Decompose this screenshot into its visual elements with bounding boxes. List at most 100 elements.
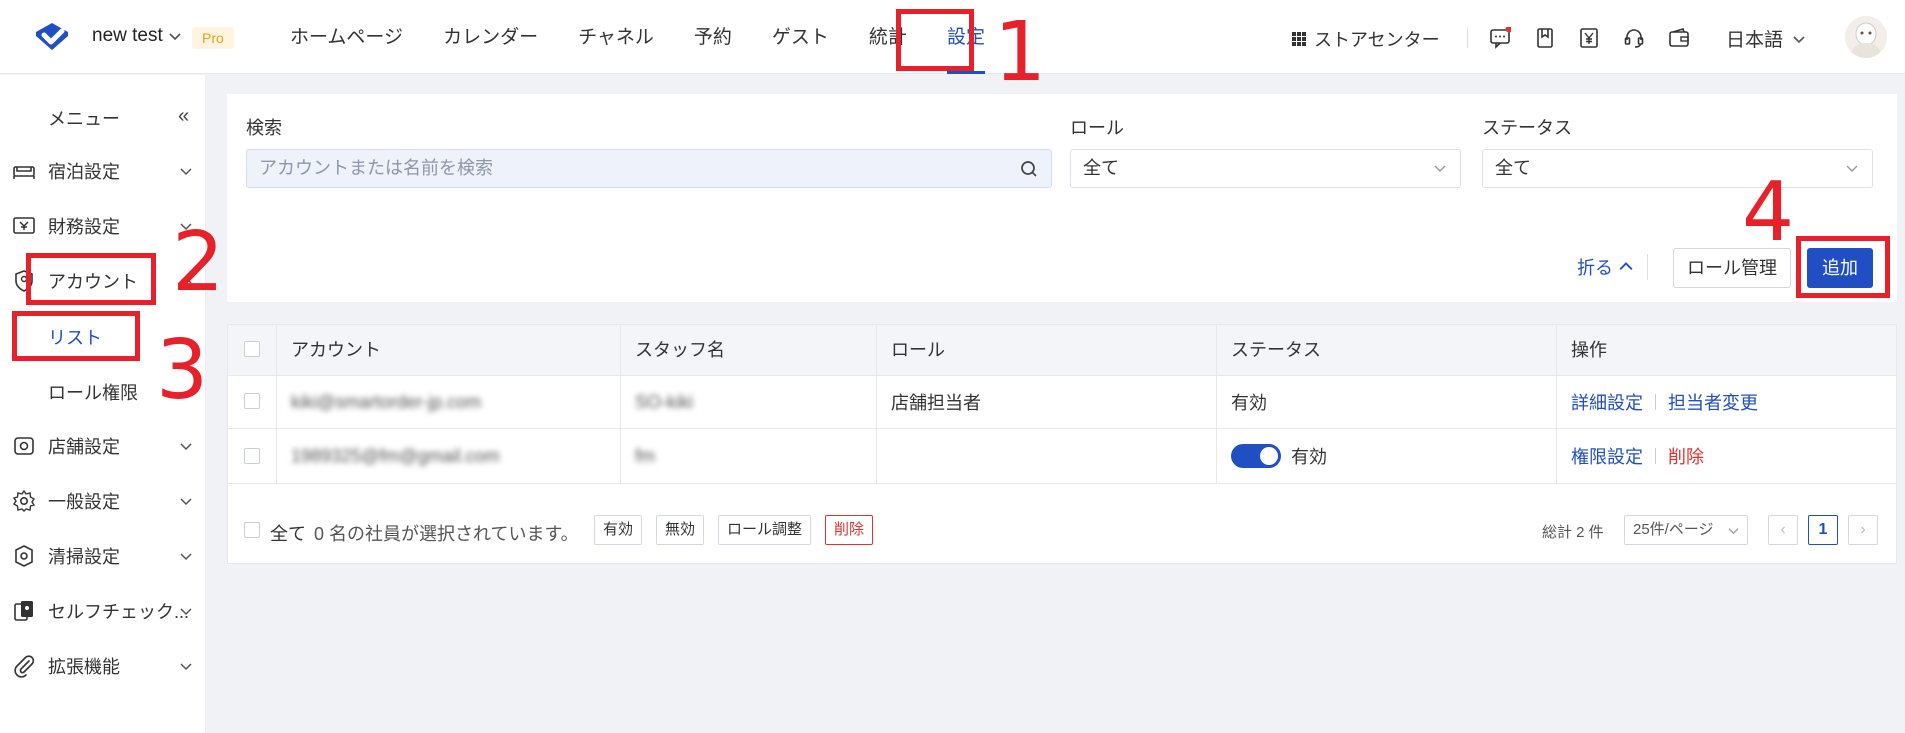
main-nav: ホームページ カレンダー チャネル 予約 ゲスト 統計 設定 (270, 0, 1005, 74)
chevron-down-icon (180, 168, 192, 176)
finance-icon (13, 217, 35, 234)
checkbox-box (244, 393, 260, 409)
sidebar-item-lodging[interactable]: 宿泊設定 (0, 151, 206, 191)
checkbox-box (244, 522, 260, 538)
bulk-role-adjust-button[interactable]: ロール調整 (718, 515, 812, 545)
sidebar-item-cleaning[interactable]: 清掃設定 (0, 536, 206, 576)
bulk-disable-button[interactable]: 無効 (656, 515, 705, 545)
account-value: kiki@smartorder-jp.com (291, 391, 482, 412)
role-select[interactable]: 全て (1070, 149, 1461, 188)
page-size-select[interactable]: 25件/ページ (1624, 515, 1748, 545)
cell-account: kiki@smartorder-jp.com (276, 376, 620, 428)
change-assignee-link[interactable]: 担当者変更 (1668, 389, 1758, 415)
chevron-down-icon (180, 608, 192, 616)
nav-guest[interactable]: ゲスト (752, 0, 849, 74)
chevron-down-icon (1728, 528, 1739, 535)
nav-home[interactable]: ホームページ (270, 0, 423, 74)
store-center-link[interactable]: ストアセンター (1292, 26, 1440, 52)
sidebar-item-extensions[interactable]: 拡張機能 (0, 646, 206, 686)
sidebar-item-label: 拡張機能 (48, 657, 120, 677)
invoice-yen-icon[interactable] (1578, 27, 1600, 49)
column-account: アカウント (276, 325, 620, 376)
account-value: 1989325@fm@gmail.com (291, 445, 500, 466)
bulk-delete-button[interactable]: 削除 (825, 515, 874, 545)
nav-reservation[interactable]: 予約 (674, 0, 752, 74)
permission-settings-link[interactable]: 権限設定 (1571, 443, 1643, 469)
status-select[interactable]: 全て (1482, 149, 1873, 188)
app-logo-icon[interactable] (30, 20, 74, 58)
headset-icon[interactable] (1623, 27, 1645, 49)
page-number-button[interactable]: 1 (1808, 515, 1838, 545)
role-select-value: 全て (1083, 158, 1119, 178)
status-toggle[interactable] (1231, 444, 1281, 468)
staff-value: fm (635, 445, 655, 466)
delete-link[interactable]: 削除 (1668, 443, 1704, 469)
message-icon[interactable] (1489, 27, 1511, 49)
prev-page-button[interactable]: ‹ (1768, 515, 1798, 545)
sidebar-subitem-label: ロール権限 (48, 383, 138, 403)
chevron-up-icon (1619, 262, 1633, 270)
footer-select-all-checkbox[interactable] (244, 522, 260, 543)
checkbox-box (244, 448, 260, 464)
nav-calendar[interactable]: カレンダー (423, 0, 558, 74)
org-name: new test (92, 25, 163, 46)
chevron-down-icon (169, 33, 181, 41)
detail-settings-link[interactable]: 詳細設定 (1571, 389, 1643, 415)
bulk-enable-button[interactable]: 有効 (594, 515, 643, 545)
annotation-box-add (1796, 236, 1890, 298)
annotation-number-1: 1 (994, 5, 1047, 100)
search-placeholder: アカウントまたは名前を検索 (259, 158, 493, 178)
collapse-sidebar-icon[interactable]: « (178, 105, 189, 128)
annotation-number-4: 4 (1742, 165, 1795, 260)
menu-title: メニュー (48, 109, 120, 129)
cell-account: 1989325@fm@gmail.com (276, 429, 620, 483)
sidebar-item-label: 清掃設定 (48, 547, 120, 567)
cell-staff: fm (620, 429, 876, 483)
staff-value: SO-kiki (635, 391, 693, 412)
fold-filters-button[interactable]: 折る (1577, 254, 1633, 280)
cell-status: 有効 (1216, 376, 1556, 428)
store-icon (14, 437, 34, 455)
sidebar-item-label: セルフチェック... (48, 602, 190, 622)
fold-label: 折る (1577, 258, 1613, 278)
search-icon[interactable] (1019, 159, 1039, 179)
cell-actions: 権限設定 削除 (1556, 429, 1896, 483)
table-row: kiki@smartorder-jp.com SO-kiki 店舗担当者 有効 … (228, 376, 1896, 429)
sidebar-item-label: 店舗設定 (48, 437, 120, 457)
footer-select-all-label: 全て (270, 524, 306, 544)
annotation-number-2: 2 (172, 215, 225, 310)
chevron-down-icon (180, 443, 192, 451)
wallet-icon[interactable] (1668, 27, 1690, 49)
select-all-checkbox[interactable] (244, 341, 260, 362)
status-select-value: 全て (1495, 158, 1531, 178)
org-switcher[interactable]: new test (92, 25, 181, 47)
cell-actions: 詳細設定 担当者変更 (1556, 376, 1896, 428)
grid-icon (1292, 32, 1306, 46)
cell-role: 店舗担当者 (876, 376, 1216, 428)
plan-badge: Pro (192, 27, 234, 49)
nav-channel[interactable]: チャネル (558, 0, 674, 74)
sidebar-item-self-checkin[interactable]: セルフチェック... (0, 591, 206, 631)
search-input[interactable]: アカウントまたは名前を検索 (246, 149, 1052, 188)
next-page-button[interactable]: › (1848, 515, 1878, 545)
chevron-down-icon (180, 498, 192, 506)
paperclip-icon (14, 655, 35, 678)
row-checkbox[interactable] (244, 393, 260, 414)
annotation-number-3: 3 (156, 323, 209, 418)
selected-count-text: 0 名の社員が選択されています。 (314, 524, 579, 544)
column-actions: 操作 (1556, 325, 1896, 376)
sidebar-item-general[interactable]: 一般設定 (0, 481, 206, 521)
divider (1647, 254, 1648, 280)
bookmark-icon[interactable] (1534, 27, 1556, 49)
user-avatar[interactable] (1845, 16, 1887, 58)
cell-role (876, 429, 1216, 483)
sidebar-item-label: 一般設定 (48, 492, 120, 512)
annotation-box-settings (896, 9, 974, 71)
gear-icon (12, 489, 36, 512)
status-filter-label: ステータス (1482, 118, 1572, 138)
page-size-value: 25件/ページ (1633, 521, 1714, 538)
language-selector[interactable]: 日本語 (1726, 25, 1805, 52)
annotation-box-list (12, 311, 140, 361)
sidebar-item-store[interactable]: 店舗設定 (0, 426, 206, 466)
row-checkbox[interactable] (244, 448, 260, 469)
